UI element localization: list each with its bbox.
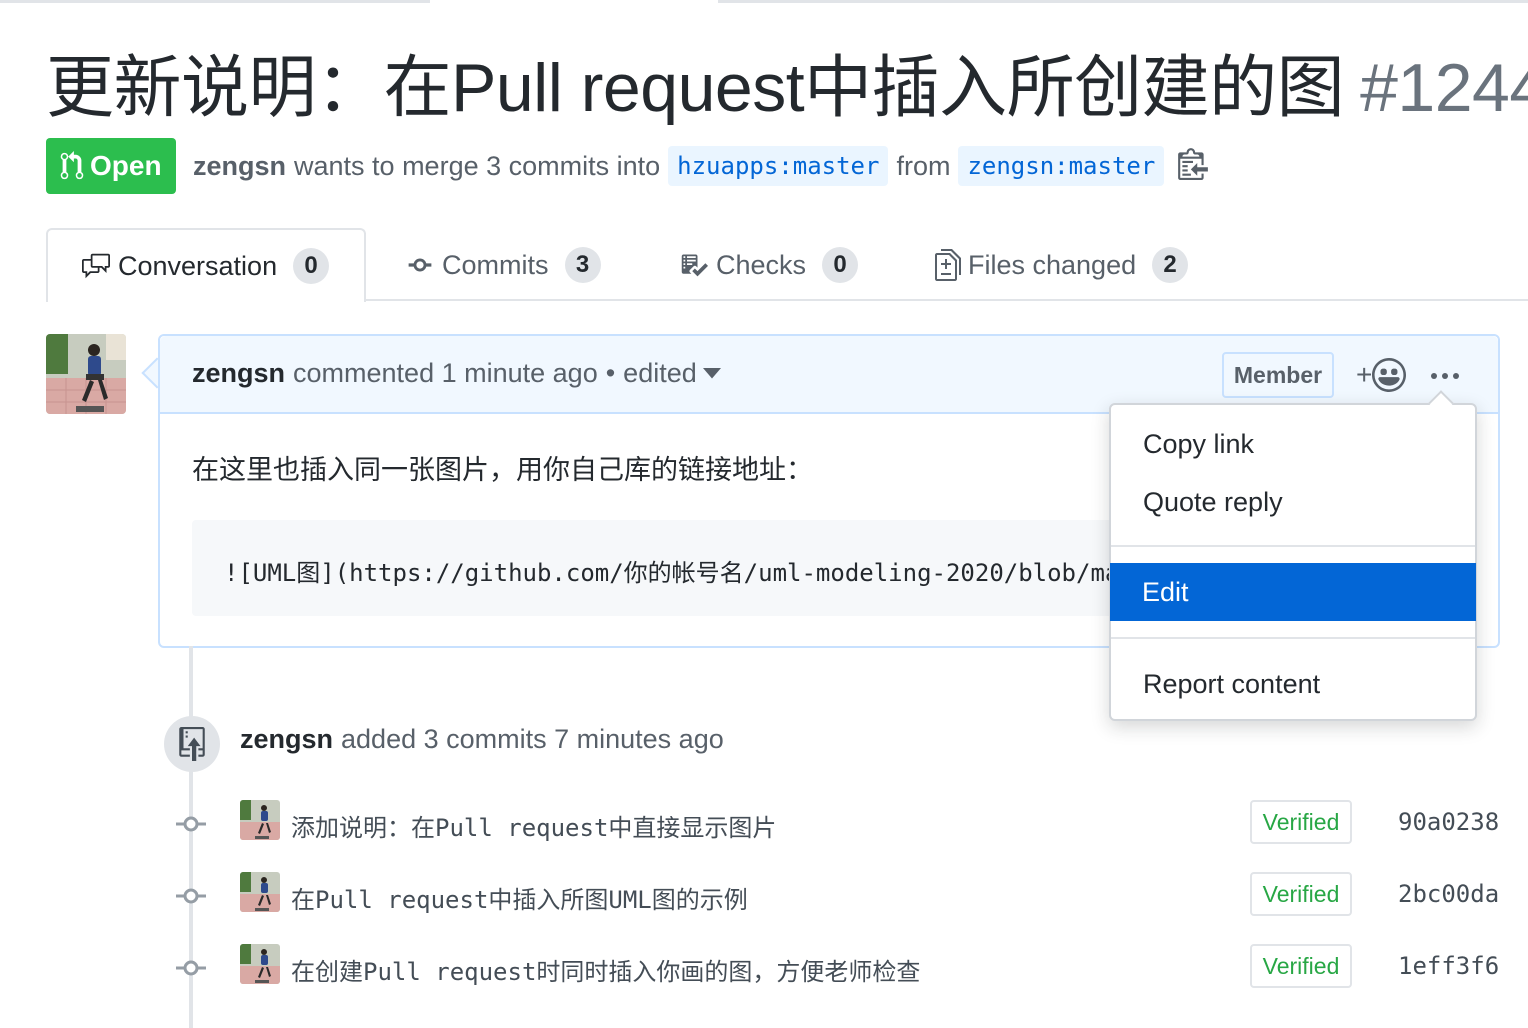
- comment-time-link[interactable]: 1 minute ago: [442, 358, 598, 389]
- head-branch[interactable]: zengsn:master: [958, 146, 1165, 186]
- commit-message-link[interactable]: 在创建Pull request时同时插入你画的图，方便老师检查: [291, 952, 920, 987]
- file-diff-icon: [935, 249, 961, 281]
- tab-checks[interactable]: Checks 0: [678, 228, 859, 302]
- git-commit-icon: [176, 888, 206, 904]
- tab-files-changed-label: Files changed: [968, 249, 1137, 280]
- menu-report-content[interactable]: Report content: [1111, 655, 1475, 713]
- pr-meta: zengsn wants to merge 3 commits into hzu…: [193, 140, 1209, 192]
- tab-conversation-count: 0: [293, 248, 330, 284]
- tab-commits-label: Commits: [442, 249, 549, 280]
- comment-action: commented: [293, 358, 435, 388]
- pr-title-text: 更新说明：在Pull request中插入所创建的图: [46, 50, 1345, 126]
- pr-state-label: Open: [90, 150, 162, 181]
- comment-discussion-icon: [82, 253, 110, 279]
- event-author-link[interactable]: zengsn: [240, 724, 333, 754]
- comment-author-link[interactable]: zengsn: [192, 358, 285, 389]
- repo-push-icon: [179, 727, 205, 761]
- commit-sha-link[interactable]: 2bc00da: [1398, 880, 1499, 908]
- comment-options-menu: Copy link Quote reply Edit Report conten…: [1109, 403, 1477, 721]
- comment-header-text: zengsn commented 1 minute ago • edited: [192, 358, 721, 389]
- comment-body-text: 在这里也插入同一张图片，用你自己库的链接地址：: [192, 455, 813, 485]
- menu-divider: [1111, 637, 1475, 639]
- triangle-down-icon: [702, 367, 721, 378]
- menu-divider: [1111, 545, 1475, 547]
- merge-text: wants to merge 3 commits into: [294, 150, 661, 181]
- reaction-plus: +: [1356, 359, 1373, 390]
- member-badge: Member: [1222, 352, 1334, 398]
- clippy-icon[interactable]: [1178, 146, 1209, 187]
- commit-message-link[interactable]: 在Pull request中插入所图UML图的示例: [291, 880, 748, 915]
- event-description: added 3 commits 7 minutes ago: [341, 724, 724, 754]
- tab-checks-count: 0: [822, 247, 859, 283]
- menu-copy-link[interactable]: Copy link: [1111, 415, 1475, 473]
- checklist-icon: [681, 254, 708, 277]
- pr-state-badge: Open: [46, 138, 176, 194]
- edited-label: edited: [623, 358, 697, 388]
- git-pull-request-icon: [60, 151, 84, 180]
- pr-author-link[interactable]: zengsn: [193, 151, 286, 182]
- comment-separator: •: [605, 358, 616, 388]
- commit-author-avatar[interactable]: [240, 872, 280, 912]
- push-event-badge: [164, 716, 220, 772]
- commit-author-avatar[interactable]: [240, 944, 280, 984]
- commit-sha-link[interactable]: 1eff3f6: [1398, 952, 1499, 980]
- git-commit-icon: [408, 258, 432, 272]
- git-commit-icon: [176, 960, 206, 976]
- commit-message-link[interactable]: 添加说明：在Pull request中直接显示图片: [291, 808, 776, 843]
- verified-badge[interactable]: Verified: [1250, 872, 1352, 916]
- tab-conversation[interactable]: Conversation 0: [46, 228, 366, 302]
- git-commit-icon: [176, 816, 206, 832]
- tab-files-changed-count: 2: [1152, 247, 1189, 283]
- avatar[interactable]: [46, 334, 126, 414]
- code-text: ![UML图](https://github.com/你的帐号名/uml-mod…: [224, 559, 1192, 587]
- tab-conversation-label: Conversation: [118, 250, 278, 281]
- menu-quote-reply[interactable]: Quote reply: [1111, 473, 1475, 531]
- add-reaction-button[interactable]: +: [1356, 358, 1407, 392]
- tab-files-changed[interactable]: Files changed 2: [934, 228, 1189, 302]
- menu-edit[interactable]: Edit: [1110, 563, 1476, 621]
- tab-commits-count: 3: [564, 247, 601, 283]
- tab-checks-label: Checks: [716, 249, 807, 280]
- top-border-right: [718, 0, 1528, 3]
- verified-badge[interactable]: Verified: [1250, 944, 1352, 988]
- verified-badge[interactable]: Verified: [1250, 800, 1352, 844]
- kebab-horizontal-icon[interactable]: [1430, 362, 1460, 382]
- commit-author-avatar[interactable]: [240, 800, 280, 840]
- pr-number: #1244: [1360, 50, 1528, 126]
- tab-commits[interactable]: Commits 3: [404, 228, 601, 302]
- base-branch[interactable]: hzuapps:master: [668, 146, 889, 186]
- pr-title: 更新说明：在Pull request中插入所创建的图#1244: [46, 46, 1528, 130]
- top-border-left: [0, 0, 430, 3]
- push-event-text: zengsn added 3 commits 7 minutes ago: [240, 724, 724, 755]
- edited-dropdown[interactable]: edited: [623, 358, 721, 389]
- smiley-icon: [1372, 358, 1407, 392]
- from-text: from: [896, 150, 951, 181]
- commit-sha-link[interactable]: 90a0238: [1398, 808, 1499, 836]
